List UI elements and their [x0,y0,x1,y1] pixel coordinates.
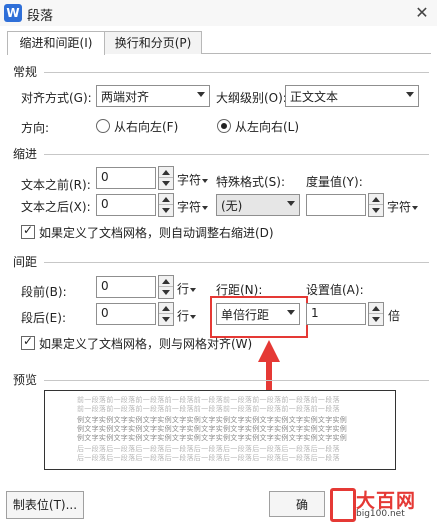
snap-to-grid-label[interactable]: 如果定义了文档网格，则与网格对齐(W) [39,335,252,352]
chevron-down-icon [287,201,295,206]
indent-before-spinner[interactable] [158,166,174,190]
space-after-label: 段后(E): [21,311,66,325]
window-title: 段落 [27,9,54,24]
ok-button[interactable]: 确 [269,491,325,517]
section-title-indent: 缩进 [13,147,38,161]
special-format-select[interactable]: (无) [216,194,300,216]
rtl-radio[interactable] [96,119,110,133]
indent-after-input[interactable]: 0 [96,194,156,216]
space-after-unit[interactable]: 行 [177,307,197,324]
alignment-select[interactable]: 两端对齐 [96,85,210,107]
watermark-url: big100.net [356,509,405,519]
outline-level-value: 正文文本 [290,90,339,104]
direction-label: 方向: [21,121,50,135]
tab-indent-spacing[interactable]: 缩进和间距(I) [7,31,105,55]
setting-value-input[interactable]: 1 [306,303,366,325]
auto-adjust-right-indent-checkbox[interactable] [21,223,35,239]
separator [44,154,429,155]
special-format-label: 特殊格式(S): [216,175,286,189]
space-before-input[interactable]: 0 [96,276,156,298]
special-format-value: (无) [221,199,243,213]
section-title-spacing: 间距 [13,255,38,269]
alignment-label: 对齐方式(G): [21,91,92,105]
rtl-label[interactable]: 从右向左(F) [114,118,178,135]
space-after-input[interactable]: 0 [96,303,156,325]
section-title-preview: 预览 [13,373,38,387]
space-before-label: 段前(B): [21,285,67,299]
space-before-unit[interactable]: 行 [177,280,197,297]
ltr-label[interactable]: 从左向右(L) [235,118,299,135]
indent-before-input[interactable]: 0 [96,167,156,189]
measure-value-label: 度量值(Y): [306,175,363,189]
wps-app-icon: W [4,4,22,22]
space-after-spinner[interactable] [158,302,174,326]
preview-next-line: 后一段落后一段落后一段落后一段落后一段落后一段落后一段落后一段落后一段落 [77,454,340,462]
tab-line-page-break[interactable]: 换行和分页(P) [104,31,202,54]
outline-level-label: 大纲级别(O): [216,91,287,105]
separator [44,380,429,381]
ltr-radio[interactable] [217,119,231,133]
close-icon[interactable]: ✕ [411,2,433,24]
brand-logo-icon [330,488,356,522]
measure-value-spinner[interactable] [368,193,384,217]
setting-value-label: 设置值(A): [306,283,364,297]
measure-value-unit[interactable]: 字符 [387,198,419,215]
indent-before-value: 0 [101,170,109,184]
setting-value-spinner[interactable] [368,302,384,326]
indent-before-label: 文本之前(R): [21,178,91,192]
chevron-down-icon [406,92,414,97]
indent-before-unit[interactable]: 字符 [177,171,209,188]
chevron-down-icon [197,92,205,97]
space-before-spinner[interactable] [158,275,174,299]
alignment-value: 两端对齐 [101,90,150,104]
setting-value-unit: 倍 [388,309,401,323]
auto-adjust-right-indent-label[interactable]: 如果定义了文档网格，则自动调整右缩进(D) [39,224,274,241]
title-bar [0,0,437,26]
indent-after-value: 0 [101,197,109,211]
section-title-general: 常规 [13,65,38,79]
indent-after-unit[interactable]: 字符 [177,198,209,215]
separator [44,262,429,263]
indent-after-label: 文本之后(X): [21,200,91,214]
outline-level-select[interactable]: 正文文本 [285,85,419,107]
preview-prev-line: 前一段落前一段落前一段落前一段落前一段落前一段落前一段落前一段落前一段落 [77,405,340,413]
indent-after-spinner[interactable] [158,193,174,217]
snap-to-grid-checkbox[interactable] [21,334,35,350]
measure-value-input[interactable] [306,194,366,216]
tab-stops-button[interactable]: 制表位(T)... [6,491,84,519]
highlight-box [210,296,308,338]
arrow-up-icon [258,340,280,362]
separator [44,72,429,73]
preview-box: 前一段落前一段落前一段落前一段落前一段落前一段落前一段落前一段落前一段落 前一段… [44,390,396,470]
preview-sample-line: 例文字实例文字实例文字实例文字实例文字实例文字实例文字实例文字实例文字实例 [77,434,348,442]
